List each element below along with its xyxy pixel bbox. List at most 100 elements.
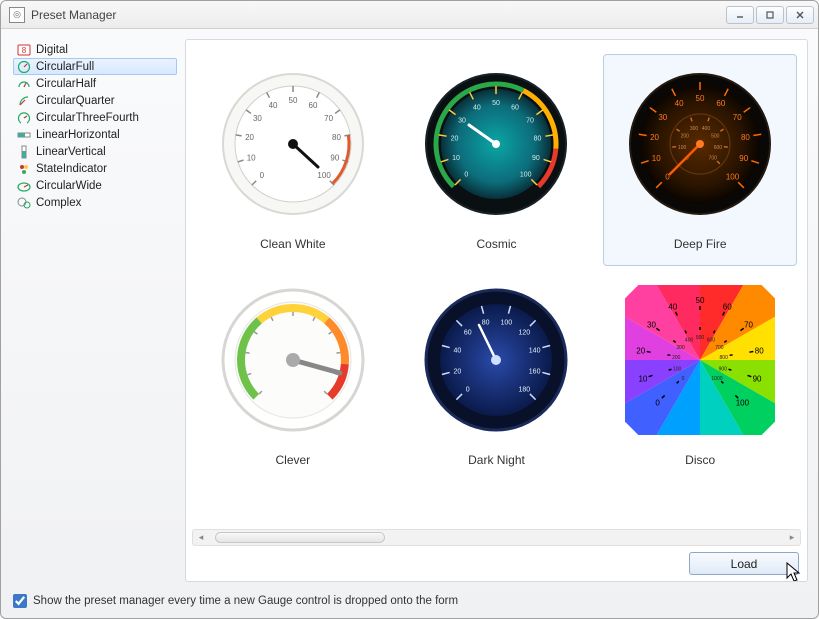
circular-full-icon (17, 60, 31, 74)
svg-text:1000: 1000 (712, 376, 723, 382)
show-on-drop-checkbox[interactable] (13, 594, 27, 608)
svg-text:70: 70 (733, 113, 742, 122)
sidebar-item-label: Complex (36, 197, 81, 209)
sidebar-item-linearhorizontal[interactable]: LinearHorizontal (13, 126, 177, 143)
svg-text:20: 20 (650, 133, 659, 142)
footer: Show the preset manager every time a new… (1, 588, 818, 618)
preset-label: Clean White (260, 237, 325, 261)
svg-text:0: 0 (682, 376, 685, 382)
svg-text:100: 100 (736, 398, 750, 407)
scrollbar-thumb[interactable] (215, 532, 385, 543)
preset-manager-window: ◎ Preset Manager 8 Digital CircularFull … (0, 0, 819, 619)
svg-text:600: 600 (707, 338, 716, 344)
svg-text:500: 500 (696, 335, 705, 341)
preset-item-disco[interactable]: 0102030405060708090100010020030040050060… (603, 270, 797, 482)
gauge-thumbnail: 0102030405060708090100010020030040050060… (615, 275, 785, 445)
complex-icon (17, 196, 31, 210)
scroll-left-icon[interactable]: ◂ (193, 530, 209, 545)
window-title: Preset Manager (31, 8, 726, 22)
svg-text:90: 90 (739, 154, 748, 163)
sidebar-item-circularwide[interactable]: CircularWide (13, 177, 177, 194)
minimize-button[interactable] (726, 6, 754, 24)
window-controls (726, 6, 814, 24)
svg-text:50: 50 (493, 100, 501, 107)
sidebar-item-digital[interactable]: 8 Digital (13, 41, 177, 58)
gauge-thumbnail: 0102030405060708090100 (208, 59, 378, 229)
preset-label: Deep Fire (674, 237, 727, 261)
circular-half-icon (17, 77, 31, 91)
preset-label: Disco (685, 453, 715, 477)
svg-text:70: 70 (527, 117, 535, 124)
preset-label: Dark Night (468, 453, 525, 477)
digital-icon: 8 (17, 43, 31, 57)
load-button[interactable]: Load (689, 552, 799, 575)
linear-vertical-icon (17, 145, 31, 159)
sidebar-item-circularthreefourth[interactable]: CircularThreeFourth (13, 109, 177, 126)
gauge-thumbnail: 020406080100120140160180 (411, 275, 581, 445)
preset-category-list: 8 Digital CircularFull CircularHalf Circ… (11, 39, 179, 582)
dialog-button-row: Load (192, 546, 801, 577)
svg-text:30: 30 (459, 117, 467, 124)
svg-text:40: 40 (675, 99, 684, 108)
svg-text:60: 60 (723, 303, 732, 312)
svg-text:20: 20 (454, 368, 462, 375)
maximize-button[interactable] (756, 6, 784, 24)
svg-text:70: 70 (324, 114, 333, 123)
svg-text:20: 20 (636, 347, 645, 356)
sidebar-item-label: CircularFull (36, 61, 94, 73)
gauge-thumbnail: 0102030405060708090100 (411, 59, 581, 229)
svg-text:100: 100 (673, 366, 682, 372)
preset-item-dark-night[interactable]: 020406080100120140160180 Dark Night (400, 270, 594, 482)
svg-text:80: 80 (755, 347, 764, 356)
sidebar-item-label: LinearHorizontal (36, 129, 120, 141)
sidebar-item-circularquarter[interactable]: CircularQuarter (13, 92, 177, 109)
svg-text:80: 80 (741, 133, 750, 142)
svg-text:10: 10 (639, 375, 648, 384)
sidebar-item-linearvertical[interactable]: LinearVertical (13, 143, 177, 160)
show-on-drop-label[interactable]: Show the preset manager every time a new… (33, 595, 458, 607)
svg-text:200: 200 (681, 133, 690, 139)
preset-label: Cosmic (476, 237, 516, 261)
svg-text:100: 100 (726, 173, 740, 182)
svg-text:50: 50 (696, 296, 705, 305)
scroll-right-icon[interactable]: ▸ (784, 530, 800, 545)
sidebar-item-complex[interactable]: Complex (13, 194, 177, 211)
sidebar-item-label: CircularHalf (36, 78, 96, 90)
svg-text:40: 40 (454, 348, 462, 355)
svg-text:50: 50 (696, 94, 705, 103)
state-indicator-icon (17, 162, 31, 176)
preset-item-deep-fire[interactable]: 0102030405060708090100 01002003004005006… (603, 54, 797, 266)
circular-threefourth-icon (17, 111, 31, 125)
svg-text:70: 70 (744, 321, 753, 330)
preset-item-clever[interactable]: Clever (196, 270, 390, 482)
svg-text:10: 10 (453, 155, 461, 162)
svg-text:60: 60 (717, 99, 726, 108)
sidebar-item-label: LinearVertical (36, 146, 106, 158)
circular-quarter-icon (17, 94, 31, 108)
close-button[interactable] (786, 6, 814, 24)
gallery-horizontal-scrollbar[interactable]: ◂ ▸ (192, 529, 801, 546)
svg-text:900: 900 (719, 366, 728, 372)
svg-text:0: 0 (259, 171, 264, 180)
svg-text:30: 30 (253, 114, 262, 123)
svg-text:120: 120 (519, 330, 531, 337)
svg-text:90: 90 (330, 154, 339, 163)
preset-item-clean-white[interactable]: 0102030405060708090100 Clean White (196, 54, 390, 266)
svg-text:60: 60 (308, 101, 317, 110)
preset-gallery: 0102030405060708090100 Clean White (192, 46, 801, 527)
svg-text:0: 0 (466, 386, 470, 393)
svg-text:20: 20 (245, 133, 254, 142)
sidebar-item-circularhalf[interactable]: CircularHalf (13, 75, 177, 92)
svg-text:40: 40 (268, 101, 277, 110)
sidebar-item-label: StateIndicator (36, 163, 107, 175)
sidebar-item-circularfull[interactable]: CircularFull (13, 58, 177, 75)
sidebar-item-label: CircularWide (36, 180, 102, 192)
svg-text:700: 700 (709, 156, 718, 162)
sidebar-item-label: CircularThreeFourth (36, 112, 139, 124)
sidebar-item-stateindicator[interactable]: StateIndicator (13, 160, 177, 177)
svg-text:180: 180 (519, 386, 531, 393)
svg-text:30: 30 (647, 321, 656, 330)
svg-text:100: 100 (317, 171, 331, 180)
circular-wide-icon (17, 179, 31, 193)
preset-item-cosmic[interactable]: 0102030405060708090100 Cosmic (400, 54, 594, 266)
